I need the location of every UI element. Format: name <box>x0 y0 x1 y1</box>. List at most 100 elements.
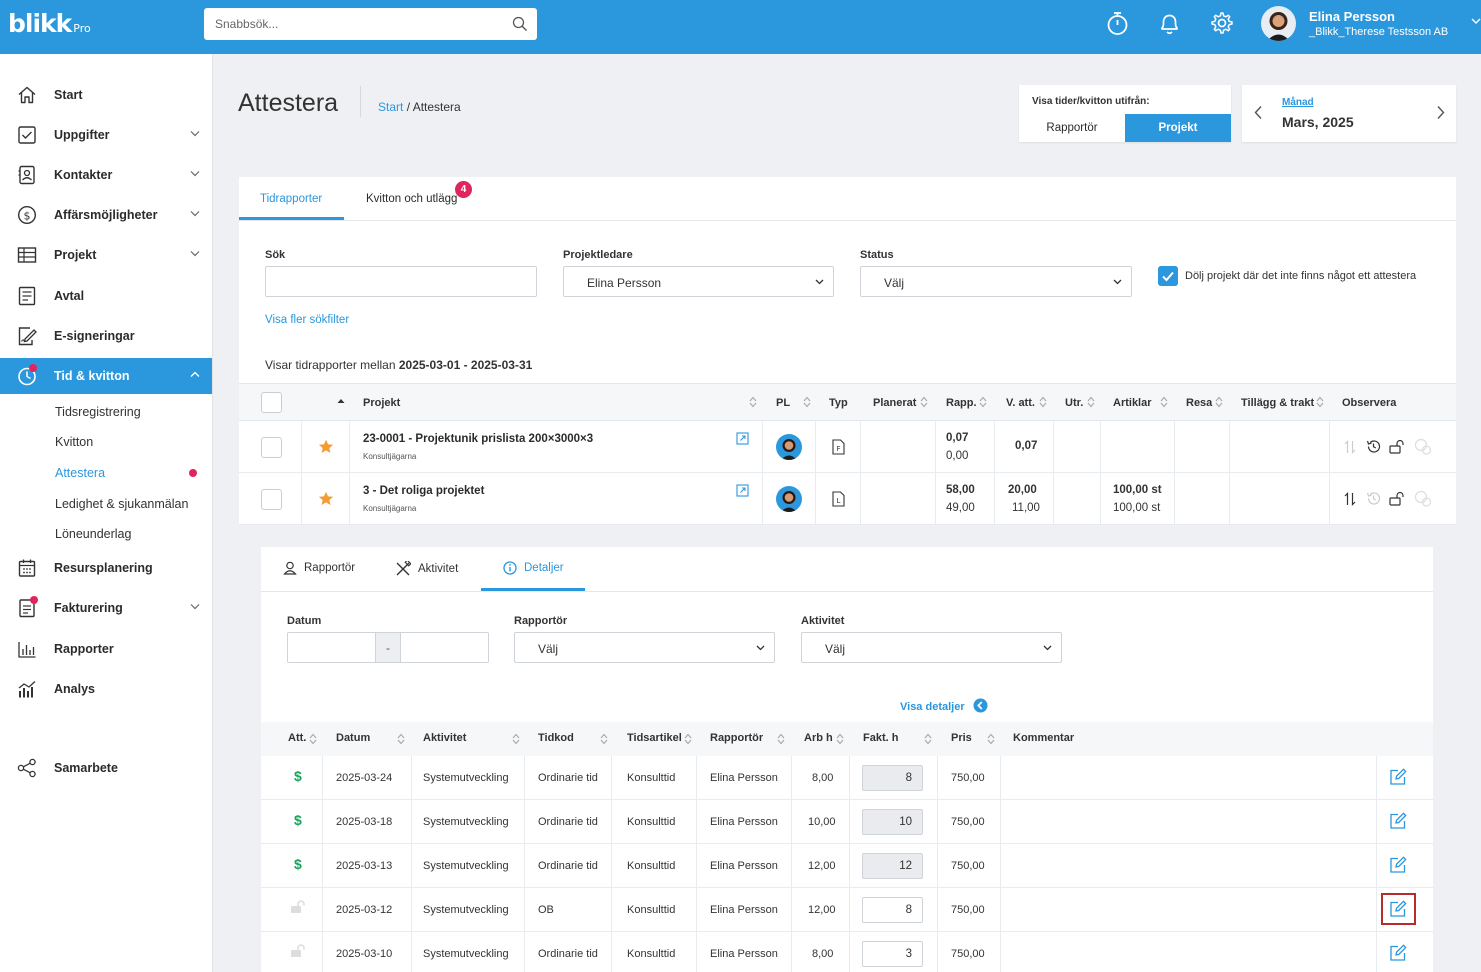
column-v-att[interactable]: V. att. <box>1006 397 1035 409</box>
external-link-icon[interactable] <box>736 484 749 497</box>
status-select[interactable]: Välj <box>860 266 1132 297</box>
edit-icon[interactable] <box>1389 812 1407 830</box>
external-link-icon[interactable] <box>736 432 749 445</box>
view-rapportor-button[interactable]: Rapportör <box>1019 114 1125 142</box>
sort-icon[interactable] <box>1316 396 1324 408</box>
column-observera[interactable]: Observera <box>1342 397 1396 409</box>
column-typ[interactable]: Typ <box>829 397 848 409</box>
sort-icon[interactable] <box>836 733 844 745</box>
column-planerat[interactable]: Planerat <box>873 397 916 409</box>
chevron-left-circle-icon[interactable] <box>973 698 988 713</box>
table-row[interactable]: $ 2025-03-13 Systemutveckling Ordinarie … <box>261 844 1433 888</box>
unlock-icon[interactable] <box>290 944 307 958</box>
project-manager-select[interactable]: Elina Persson <box>563 266 834 297</box>
sidebar-item-start[interactable]: Start <box>0 77 212 113</box>
project-manager-avatar[interactable] <box>776 434 802 460</box>
stopwatch-icon[interactable] <box>1106 11 1129 36</box>
table-row[interactable]: 3 - Det roliga projektet Konsultjägarna … <box>239 473 1456 525</box>
project-name-link[interactable]: 23-0001 - Projektunik prislista 200×3000… <box>363 433 593 445</box>
search-icon[interactable] <box>512 16 528 32</box>
sort-icon[interactable] <box>749 396 757 408</box>
sidebar-item-e-signeringar[interactable]: E-signeringar <box>0 318 212 354</box>
sidebar-item-kontakter[interactable]: Kontakter <box>0 157 212 193</box>
sidebar-item-analys[interactable]: Analys <box>0 671 212 707</box>
sidebar-subitem-tidsregistrering[interactable]: Tidsregistrering <box>55 405 141 419</box>
sort-icon[interactable] <box>512 733 520 745</box>
sidebar-item-rapporter[interactable]: Rapporter <box>0 631 212 667</box>
row-checkbox[interactable] <box>261 437 282 458</box>
column-pl[interactable]: PL <box>776 397 790 409</box>
column-aktivitet[interactable]: Aktivitet <box>423 732 466 744</box>
sidebar-item-resursplanering[interactable]: Resursplanering <box>0 550 212 586</box>
sort-icon[interactable] <box>1160 396 1168 408</box>
tab-aktivitet[interactable]: Aktivitet <box>395 561 458 577</box>
tab-kvitton-och-utlagg[interactable]: Kvitton och utlägg <box>366 193 457 205</box>
date-from-input[interactable] <box>288 633 375 662</box>
unlock-icon[interactable] <box>1389 491 1406 506</box>
unlock-icon[interactable] <box>290 900 307 914</box>
date-to-input[interactable] <box>401 633 488 662</box>
swap-icon[interactable] <box>1344 492 1356 506</box>
column-tillagg-trakt[interactable]: Tillägg & trakt <box>1241 397 1314 409</box>
more-filters-link[interactable]: Visa fler sökfilter <box>265 314 349 326</box>
column-rapportor[interactable]: Rapportör <box>710 732 763 744</box>
column-utr[interactable]: Utr. <box>1065 397 1083 409</box>
history-icon[interactable] <box>1366 439 1381 454</box>
project-search-input[interactable] <box>266 267 536 296</box>
user-name[interactable]: Elina Persson <box>1309 9 1395 24</box>
column-tidsartikel[interactable]: Tidsartikel <box>627 732 682 744</box>
column-att[interactable]: Att. <box>288 732 306 744</box>
sidebar-subitem-attestera[interactable]: Attestera <box>55 466 105 480</box>
row-checkbox[interactable] <box>261 489 282 510</box>
column-kommentar[interactable]: Kommentar <box>1013 732 1074 744</box>
column-fakt-h[interactable]: Fakt. h <box>863 732 898 744</box>
column-datum[interactable]: Datum <box>336 732 370 744</box>
table-row[interactable]: $ 2025-03-24 Systemutveckling Ordinarie … <box>261 756 1433 800</box>
chevron-left-icon[interactable] <box>1254 105 1263 120</box>
sort-icon[interactable] <box>397 733 405 745</box>
sort-icon[interactable] <box>803 396 811 408</box>
sidebar-item-samarbete[interactable]: Samarbete <box>0 750 212 786</box>
tab-detaljer[interactable]: Detaljer <box>503 561 564 575</box>
billable-dollar-icon[interactable]: $ <box>294 856 302 872</box>
sort-icon[interactable] <box>920 396 928 408</box>
unlock-icon[interactable] <box>1389 439 1406 454</box>
table-row[interactable]: $ 2025-03-18 Systemutveckling Ordinarie … <box>261 800 1433 844</box>
period-mode-link[interactable]: Månad <box>1282 97 1314 108</box>
sidebar-item-tid-kvitton[interactable]: Tid & kvitton <box>0 358 212 394</box>
sort-asc-icon[interactable] <box>337 398 345 404</box>
sidebar-subitem-kvitton[interactable]: Kvitton <box>55 435 93 449</box>
fakt-h-input[interactable] <box>862 897 923 923</box>
chevron-down-icon[interactable] <box>1471 17 1481 25</box>
sidebar-item-projekt[interactable]: Projekt <box>0 237 212 273</box>
reporter-select[interactable]: Välj <box>514 632 775 663</box>
sort-icon[interactable] <box>1087 396 1095 408</box>
column-pris[interactable]: Pris <box>951 732 972 744</box>
star-icon[interactable] <box>318 491 334 506</box>
bell-icon[interactable] <box>1158 11 1181 36</box>
hide-empty-checkbox[interactable] <box>1158 266 1178 286</box>
sort-icon[interactable] <box>987 733 995 745</box>
edit-icon[interactable] <box>1389 900 1407 918</box>
table-row[interactable]: 23-0001 - Projektunik prislista 200×3000… <box>239 421 1456 473</box>
sort-icon[interactable] <box>1039 396 1047 408</box>
star-icon[interactable] <box>318 439 334 454</box>
sort-icon[interactable] <box>924 733 932 745</box>
select-all-checkbox[interactable] <box>261 392 282 413</box>
billable-dollar-icon[interactable]: $ <box>294 812 302 828</box>
breadcrumb-start-link[interactable]: Start <box>378 100 403 114</box>
sidebar-item-affarsmojligheter[interactable]: $ Affärsmöjligheter <box>0 197 212 233</box>
edit-icon[interactable] <box>1389 856 1407 874</box>
column-rapp[interactable]: Rapp. <box>946 397 977 409</box>
sidebar-subitem-ledighet[interactable]: Ledighet & sjukanmälan <box>55 497 188 511</box>
table-row[interactable]: 2025-03-10 Systemutveckling Ordinarie ti… <box>261 932 1433 972</box>
activity-select[interactable]: Välj <box>801 632 1062 663</box>
sort-icon[interactable] <box>979 396 987 408</box>
sort-icon[interactable] <box>600 733 608 745</box>
fakt-h-input[interactable] <box>862 941 923 967</box>
sidebar-item-fakturering[interactable]: Fakturering <box>0 590 212 626</box>
project-name-link[interactable]: 3 - Det roliga projektet <box>363 485 484 497</box>
column-projekt[interactable]: Projekt <box>363 397 400 409</box>
edit-icon[interactable] <box>1389 944 1407 962</box>
tab-tidrapporter[interactable]: Tidrapporter <box>260 193 322 205</box>
